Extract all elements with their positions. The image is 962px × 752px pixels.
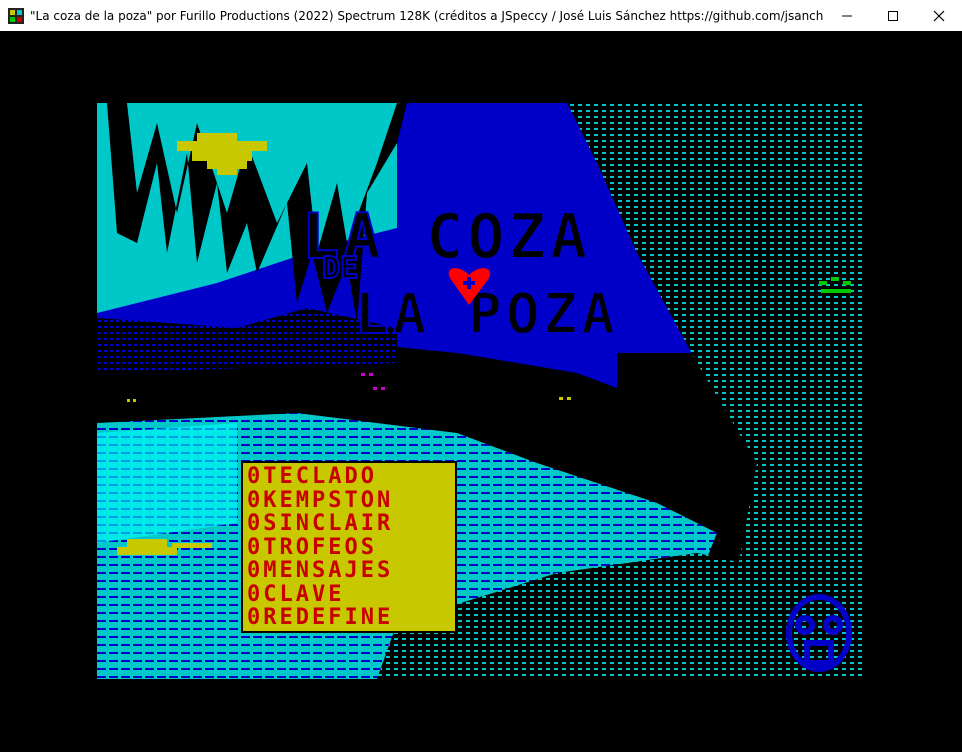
- menu-item-trofeos[interactable]: 0TROFEOS: [247, 535, 451, 560]
- menu-item-kempston[interactable]: 0KEMPSTON: [247, 488, 451, 513]
- emulator-window: "La coza de la poza" por Furillo Product…: [0, 0, 962, 752]
- close-button[interactable]: [916, 0, 962, 31]
- title-bar[interactable]: "La coza de la poza" por Furillo Product…: [0, 0, 962, 32]
- main-menu[interactable]: 0TECLADO 0KEMPSTON 0SINCLAIR 0TROFEOS 0M…: [241, 461, 457, 633]
- water-highlight: [97, 423, 237, 543]
- title-artwork: LA COZA DE LA POZA: [97, 103, 865, 679]
- logo-line-3: LA POZA: [355, 282, 619, 347]
- menu-item-clave[interactable]: 0CLAVE: [247, 582, 451, 607]
- menu-item-redefine[interactable]: 0REDEFINE: [247, 606, 451, 630]
- maximize-icon: [888, 10, 898, 21]
- emulator-screen[interactable]: LA COZA DE LA POZA 0TECLADO 0KEMPSTON 0S…: [0, 31, 962, 752]
- app-icon: [8, 7, 24, 24]
- menu-item-mensajes[interactable]: 0MENSAJES: [247, 559, 451, 583]
- logo-line-2: DE: [322, 251, 358, 286]
- minimize-button[interactable]: [824, 0, 870, 31]
- maximize-button[interactable]: [870, 0, 916, 31]
- close-icon: [933, 10, 945, 21]
- spectrum-display[interactable]: LA COZA DE LA POZA 0TECLADO 0KEMPSTON 0S…: [97, 103, 865, 679]
- minimize-icon: [842, 15, 852, 16]
- menu-item-teclado[interactable]: 0TECLADO: [247, 465, 451, 489]
- window-title: "La coza de la poza" por Furillo Product…: [30, 8, 824, 23]
- menu-item-sinclair[interactable]: 0SINCLAIR: [247, 512, 451, 536]
